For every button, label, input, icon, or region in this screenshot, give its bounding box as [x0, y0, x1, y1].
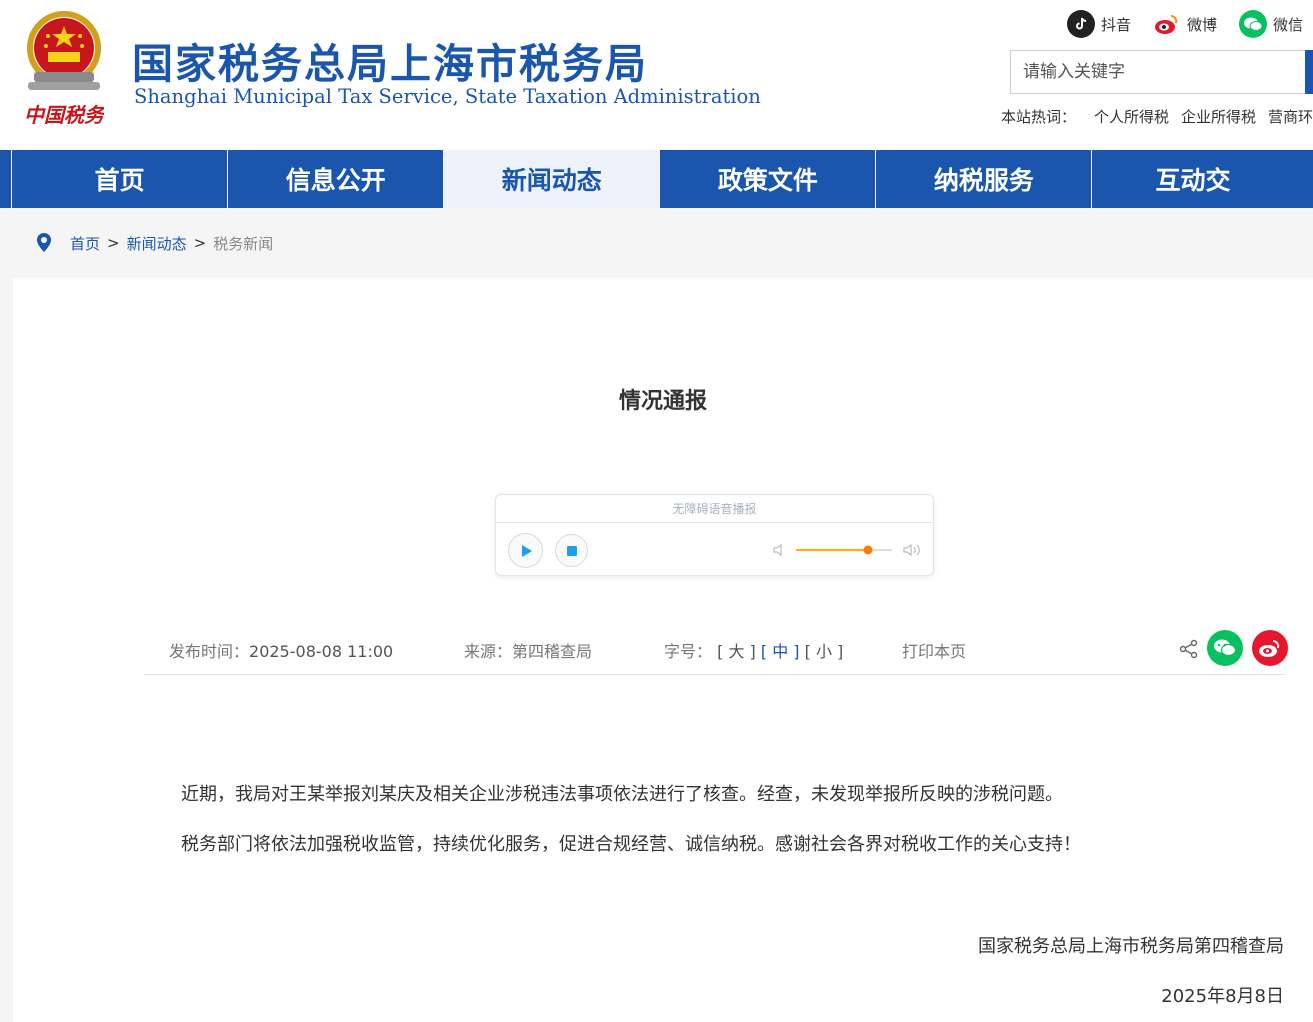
- weibo-label: 微博: [1187, 15, 1218, 34]
- volume-up-icon[interactable]: [902, 541, 922, 559]
- volume-down-icon[interactable]: [772, 542, 788, 558]
- source: 来源：第四稽查局: [464, 638, 592, 662]
- nav-item-policy[interactable]: 政策文件: [660, 150, 877, 208]
- volume-knob[interactable]: [863, 545, 873, 555]
- search-input[interactable]: [1011, 51, 1313, 93]
- article-title: 情况通报: [618, 389, 707, 414]
- svg-text:中国税务: 中国税务: [24, 103, 104, 127]
- source-label: 来源：: [464, 642, 513, 661]
- wechat-label: 微信: [1273, 15, 1304, 34]
- meta-divider: [144, 674, 1285, 675]
- hot-word-link[interactable]: 企业所得税: [1181, 106, 1256, 127]
- china-tax-seal-logo: 中国税务: [24, 103, 104, 127]
- site-subtitle: Shanghai Municipal Tax Service, State Ta…: [134, 85, 761, 108]
- stop-button[interactable]: [555, 534, 588, 567]
- nav-item-tax-service[interactable]: 纳税服务: [876, 150, 1093, 208]
- search-button[interactable]: [1305, 50, 1313, 94]
- breadcrumb-separator: >: [193, 234, 207, 252]
- hot-words-label: 本站热词：: [1001, 108, 1077, 126]
- douyin-link[interactable]: 抖音: [1067, 10, 1131, 38]
- share-icon[interactable]: [1179, 639, 1199, 659]
- publish-time: 发布时间：2025-08-08 11:00: [169, 638, 393, 662]
- nav-item-home[interactable]: 首页: [12, 150, 229, 208]
- breadcrumb: 首页 > 新闻动态 > 税务新闻: [36, 232, 273, 254]
- nav-spacer: [0, 150, 13, 208]
- breadcrumb-current: 税务新闻: [213, 234, 274, 253]
- nav-item-news[interactable]: 新闻动态: [444, 150, 661, 208]
- wechat-icon: [1214, 639, 1237, 657]
- breadcrumb-separator: >: [107, 234, 120, 252]
- font-size-small[interactable]: [ 小 ]: [805, 642, 844, 661]
- breadcrumb-home[interactable]: 首页: [70, 233, 100, 254]
- share-wechat-button[interactable]: [1207, 630, 1243, 666]
- nav-item-info-disclosure[interactable]: 信息公开: [228, 150, 445, 208]
- site-title: 国家税务总局上海市税务局: [132, 40, 648, 88]
- hot-words: 本站热词： 个人所得税 企业所得税 营商环: [1001, 106, 1313, 127]
- wechat-link[interactable]: 微信: [1239, 10, 1303, 38]
- hot-word-link[interactable]: 个人所得税: [1094, 106, 1169, 127]
- play-icon: [521, 544, 532, 557]
- weibo-icon: [1259, 640, 1280, 657]
- site-header: 中国税务 国家税务总局上海市税务局 Shanghai Municipal Tax…: [0, 0, 1313, 150]
- print-link[interactable]: 打印本页: [902, 638, 966, 662]
- stop-icon: [566, 545, 577, 556]
- weibo-link[interactable]: 微博: [1153, 10, 1217, 38]
- nav-item-interaction[interactable]: 互动交: [1092, 150, 1313, 208]
- main-nav: 首页 信息公开 新闻动态 政策文件 纳税服务 互动交: [0, 150, 1313, 208]
- article-paragraph: 税务部门将依法加强税收监管，持续优化服务，促进合规经营、诚信纳税。感谢社会各界对…: [181, 834, 1081, 855]
- search-box: [1010, 50, 1313, 94]
- font-size-control: 字号： [ 大 ] [ 中 ] [ 小 ]: [664, 638, 843, 662]
- font-size-label: 字号：: [664, 642, 713, 661]
- volume-slider[interactable]: [796, 542, 892, 558]
- audio-player-title: 无障碍语音播报: [496, 495, 933, 523]
- article-date: 2025年8月8日: [1161, 986, 1284, 1007]
- hot-word-link[interactable]: 营商环: [1268, 106, 1313, 127]
- douyin-icon: [1067, 10, 1095, 38]
- article-panel: 情况通报 无障碍语音播报 发布时间：2025-08-08 11:00 来源：第四…: [13, 278, 1313, 1022]
- breadcrumb-news[interactable]: 新闻动态: [127, 233, 187, 254]
- article-signature: 国家税务总局上海市税务局第四稽查局: [978, 936, 1284, 957]
- font-size-medium[interactable]: [ 中 ]: [761, 642, 800, 661]
- font-size-large[interactable]: [ 大 ]: [717, 642, 756, 661]
- weibo-icon: [1153, 10, 1181, 38]
- publish-time-label: 发布时间：: [169, 642, 250, 661]
- douyin-label: 抖音: [1101, 15, 1132, 34]
- play-button[interactable]: [508, 533, 543, 568]
- audio-player: 无障碍语音播报: [495, 494, 934, 576]
- article-paragraph: 近期，我局对王某举报刘某庆及相关企业涉税违法事项依法进行了核查。经查，未发现举报…: [181, 784, 1063, 805]
- wechat-icon: [1239, 10, 1267, 38]
- location-pin-icon: [37, 233, 51, 252]
- publish-time-value: 2025-08-08 11:00: [249, 642, 394, 661]
- source-value: 第四稽查局: [512, 642, 593, 661]
- share-weibo-button[interactable]: [1252, 630, 1288, 666]
- national-emblem-icon: [27, 11, 101, 90]
